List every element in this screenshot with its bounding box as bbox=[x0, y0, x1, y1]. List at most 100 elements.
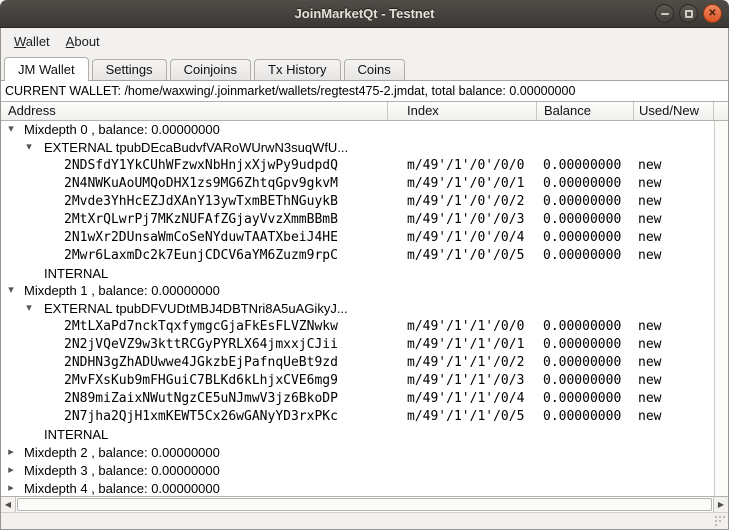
address-row[interactable]: 2NDHN3gZhADUwwe4JGkzbEjPafnqUeBt9zd m/49'… bbox=[1, 354, 714, 372]
current-wallet-banner: CURRENT WALLET: /home/waxwing/.joinmarke… bbox=[1, 81, 728, 101]
scroll-left-button[interactable]: ◀ bbox=[1, 497, 16, 512]
tab-coinjoins[interactable]: Coinjoins bbox=[170, 59, 251, 80]
internal-row[interactable]: INTERNAL bbox=[1, 265, 714, 283]
mixdepth-row[interactable]: ▸Mixdepth 4 , balance: 0.00000000 bbox=[1, 480, 714, 496]
status-cell: new bbox=[638, 336, 661, 354]
address-row[interactable]: 2NDSfdY1YkCUhWFzwxNbHnjxXjwPy9udpdQ m/49'… bbox=[1, 157, 714, 175]
status-cell: new bbox=[638, 193, 661, 211]
expander-icon[interactable]: ▾ bbox=[22, 300, 36, 318]
column-header-used-new[interactable]: Used/New bbox=[634, 102, 714, 120]
maximize-icon bbox=[685, 10, 693, 18]
status-cell: new bbox=[638, 157, 661, 175]
address-cell: 2MvFXsKub9mFHGuiC7BLKd6kLhjxCVE6mg9 bbox=[64, 372, 338, 390]
internal-row[interactable]: INTERNAL bbox=[1, 426, 714, 444]
column-header-filler bbox=[714, 102, 728, 120]
balance-cell: 0.00000000 bbox=[543, 372, 621, 390]
horizontal-scrollbar-thumb[interactable] bbox=[17, 498, 712, 511]
mixdepth-row[interactable]: ▸ Mixdepth 2 , balance: 0.00000000 bbox=[1, 444, 714, 462]
scroll-right-button[interactable]: ▶ bbox=[713, 497, 728, 512]
address-cell: 2NDSfdY1YkCUhWFzwxNbHnjxXjwPy9udpdQ bbox=[64, 157, 338, 175]
window-frame: WalletAbout JM WalletSettingsCoinjoinsTx… bbox=[0, 28, 729, 530]
index-cell: m/49'/1'/0'/0/5 bbox=[407, 247, 524, 265]
balance-cell: 0.00000000 bbox=[543, 211, 621, 229]
index-cell: m/49'/1'/0'/0/1 bbox=[407, 175, 524, 193]
app-window: JoinMarketQt - Testnet ✕ WalletAbout JM … bbox=[0, 0, 729, 530]
index-cell: m/49'/1'/1'/0/2 bbox=[407, 354, 524, 372]
horizontal-scrollbar-track[interactable] bbox=[16, 497, 713, 512]
tree-rows: ▾Mixdepth 0 , balance: 0.00000000▾EXTERN… bbox=[1, 121, 714, 496]
address-row[interactable]: 2MtLXaPd7nckTqxfymgcGjaFkEsFLVZNwkwm/49'… bbox=[1, 318, 714, 336]
address-cell: 2N4NWKuAoUMQoDHX1zs9MG6ZhtqGpv9gkvM bbox=[64, 175, 338, 193]
statusbar bbox=[1, 512, 728, 529]
balance-cell: 0.00000000 bbox=[543, 318, 621, 336]
close-button[interactable]: ✕ bbox=[703, 4, 722, 23]
expander-icon[interactable]: ▾ bbox=[22, 139, 36, 157]
balance-cell: 0.00000000 bbox=[543, 157, 621, 175]
titlebar[interactable]: JoinMarketQt - Testnet ✕ bbox=[0, 0, 729, 28]
balance-cell: 0.00000000 bbox=[543, 247, 621, 265]
status-cell: new bbox=[638, 247, 661, 265]
address-row[interactable]: 2MvFXsKub9mFHGuiC7BLKd6kLhjxCVE6mg9 m/49'… bbox=[1, 372, 714, 390]
status-cell: new bbox=[638, 408, 661, 426]
address-cell: 2NDHN3gZhADUwwe4JGkzbEjPafnqUeBt9zd bbox=[64, 354, 338, 372]
address-cell: 2MtXrQLwrPj7MKzNUFAfZGjayVvzXmmBBmB bbox=[64, 211, 338, 229]
tab-coins[interactable]: Coins bbox=[344, 59, 405, 80]
index-cell: m/49'/1'/0'/0/0 bbox=[407, 157, 524, 175]
minimize-button[interactable] bbox=[655, 4, 674, 23]
address-row[interactable]: 2N7jha2QjH1xmKEWT5Cx26wGANyYD3rxPKcm/49'… bbox=[1, 408, 714, 426]
expander-icon[interactable]: ▸ bbox=[4, 444, 18, 462]
menu-item-wallet[interactable]: Wallet bbox=[6, 31, 58, 52]
minimize-icon bbox=[661, 13, 669, 15]
branch-row[interactable]: ▾EXTERNAL tpubDEcaBudvfVARoWUrwN3suqWfU.… bbox=[1, 139, 714, 157]
column-header-index[interactable]: Index bbox=[388, 102, 537, 120]
address-cell: 2N7jha2QjH1xmKEWT5Cx26wGANyYD3rxPKc bbox=[64, 408, 338, 426]
address-row[interactable]: 2Mvde3YhHcEZJdXAnY13ywTxmBEThNGuykBm/49'… bbox=[1, 193, 714, 211]
tab-settings[interactable]: Settings bbox=[92, 59, 167, 80]
expander-icon[interactable]: ▸ bbox=[4, 462, 18, 480]
menu-item-about[interactable]: About bbox=[58, 31, 108, 52]
address-cell: 2N1wXr2DUnsaWmCoSeNYduwTAATXbeiJ4HE bbox=[64, 229, 338, 247]
index-cell: m/49'/1'/1'/0/3 bbox=[407, 372, 524, 390]
index-cell: m/49'/1'/1'/0/1 bbox=[407, 336, 524, 354]
maximize-button[interactable] bbox=[679, 4, 698, 23]
address-cell: 2Mwr6LaxmDc2k7EunjCDCV6aYM6Zuzm9rpC bbox=[64, 247, 338, 265]
menubar: WalletAbout bbox=[1, 28, 728, 55]
status-cell: new bbox=[638, 229, 661, 247]
address-cell: 2N2jVQeVZ9w3kttRCGyPYRLX64jmxxjCJii bbox=[64, 336, 338, 354]
mixdepth-label: Mixdepth 2 , balance: 0.00000000 bbox=[24, 444, 220, 462]
address-row[interactable]: 2MtXrQLwrPj7MKzNUFAfZGjayVvzXmmBBmB m/49'… bbox=[1, 211, 714, 229]
address-row[interactable]: 2N1wXr2DUnsaWmCoSeNYduwTAATXbeiJ4HEm/49'… bbox=[1, 229, 714, 247]
mixdepth-row[interactable]: ▾Mixdepth 1 , balance: 0.00000000 bbox=[1, 282, 714, 300]
balance-cell: 0.00000000 bbox=[543, 390, 621, 408]
address-row[interactable]: 2N4NWKuAoUMQoDHX1zs9MG6ZhtqGpv9gkvM m/49'… bbox=[1, 175, 714, 193]
address-row[interactable]: 2Mwr6LaxmDc2k7EunjCDCV6aYM6Zuzm9rpC m/49'… bbox=[1, 247, 714, 265]
index-cell: m/49'/1'/0'/0/2 bbox=[407, 193, 524, 211]
branch-label: EXTERNAL tpubDFVUDtMBJ4DBTNri8A5uAGikyJ.… bbox=[44, 300, 348, 318]
address-row[interactable]: 2N89miZaixNWutNgzCE5uNJmwV3jz6BkoDPm/49'… bbox=[1, 390, 714, 408]
resize-grip-icon[interactable] bbox=[714, 515, 725, 526]
index-cell: m/49'/1'/1'/0/4 bbox=[407, 390, 524, 408]
address-row[interactable]: 2N2jVQeVZ9w3kttRCGyPYRLX64jmxxjCJii m/49'… bbox=[1, 336, 714, 354]
horizontal-scrollbar[interactable]: ◀ ▶ bbox=[1, 496, 728, 512]
expander-icon[interactable]: ▸ bbox=[4, 480, 18, 496]
status-cell: new bbox=[638, 211, 661, 229]
tree-header: AddressIndexBalanceUsed/New bbox=[1, 102, 728, 121]
wallet-tree: AddressIndexBalanceUsed/New ▾Mixdepth 0 … bbox=[1, 101, 728, 512]
expander-icon[interactable]: ▾ bbox=[4, 282, 18, 300]
expander-icon[interactable]: ▾ bbox=[4, 121, 18, 139]
status-cell: new bbox=[638, 354, 661, 372]
tab-tx-history[interactable]: Tx History bbox=[254, 59, 341, 80]
mixdepth-row[interactable]: ▸Mixdepth 3 , balance: 0.00000000 bbox=[1, 462, 714, 480]
tab-jm-wallet[interactable]: JM Wallet bbox=[4, 57, 89, 81]
branch-row[interactable]: ▾ EXTERNAL tpubDFVUDtMBJ4DBTNri8A5uAGikyJ… bbox=[1, 300, 714, 318]
index-cell: m/49'/1'/0'/0/3 bbox=[407, 211, 524, 229]
index-cell: m/49'/1'/1'/0/0 bbox=[407, 318, 524, 336]
tabbar: JM WalletSettingsCoinjoinsTx HistoryCoin… bbox=[1, 55, 728, 81]
column-header-address[interactable]: Address bbox=[1, 102, 388, 120]
column-header-balance[interactable]: Balance bbox=[537, 102, 634, 120]
close-icon: ✕ bbox=[708, 9, 716, 19]
status-cell: new bbox=[638, 390, 661, 408]
mixdepth-row[interactable]: ▾Mixdepth 0 , balance: 0.00000000 bbox=[1, 121, 714, 139]
internal-label: INTERNAL bbox=[44, 265, 108, 283]
balance-cell: 0.00000000 bbox=[543, 229, 621, 247]
